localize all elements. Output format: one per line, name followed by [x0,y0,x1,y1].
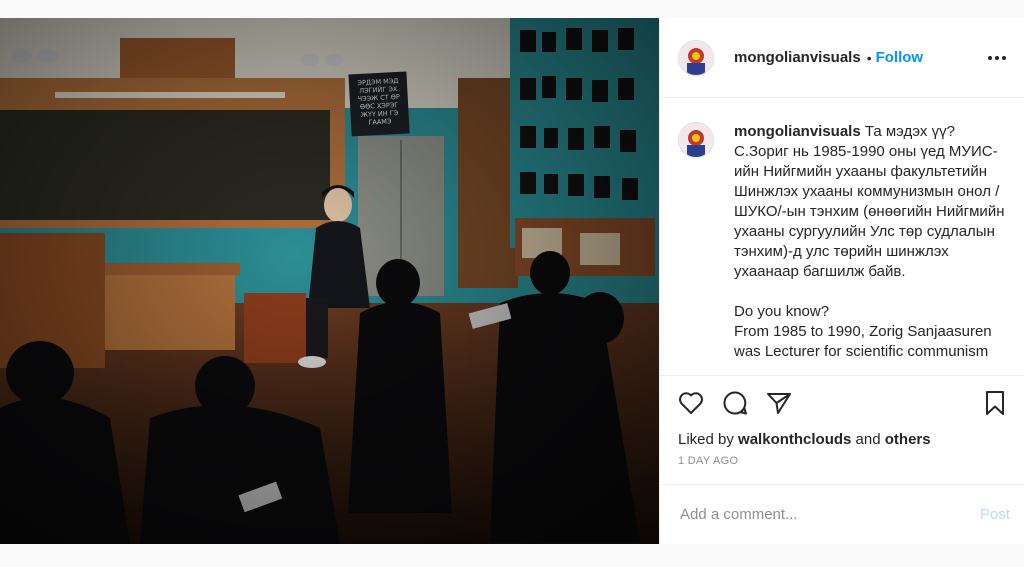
caption-body: Та мэдэх үү? С.Зориг нь 1985-1990 оны үе… [734,123,1005,360]
post-comment-button[interactable]: Post [980,506,1010,523]
classroom-photo: ЭРДЭМ МЭДЛЭГИЙГ ЭХЧЭЭЖ СТ ӨРӨӨС ХЭРЭГЖҮҮ… [0,18,659,544]
follow-button[interactable]: Follow [876,49,924,66]
liked-by-others[interactable]: others [885,431,931,448]
more-options-icon[interactable] [986,50,1008,66]
action-bar [660,375,1024,429]
post-modal: ЭРДЭМ МЭДЛЭГИЙГ ЭХЧЭЭЖ СТ ӨРӨӨС ХЭРЭГЖҮҮ… [0,18,1024,544]
post-header: mongolianvisuals • Follow [660,18,1024,98]
comment-icon[interactable] [720,388,750,418]
post-side-panel: mongolianvisuals • Follow mongolianvisua… [659,18,1024,544]
caption-area: mongolianvisuals Та мэдэх үү? С.Зориг нь… [660,98,1024,375]
avatar-image [679,40,713,75]
likes-summary: Liked by walkonthclouds and others [660,429,1024,451]
paper-plane-icon[interactable] [764,388,794,418]
avatar[interactable] [678,39,714,76]
comment-input[interactable] [678,505,980,524]
post-timestamp[interactable]: 1 DAY AGO [660,451,1024,479]
separator-dot: • [866,49,872,66]
avatar-image [679,123,713,157]
heart-icon[interactable] [676,388,706,418]
caption-username[interactable]: mongolianvisuals [734,123,861,140]
post-author-username[interactable]: mongolianvisuals [734,49,861,66]
bookmark-icon[interactable] [980,388,1010,418]
caption-avatar[interactable] [678,122,714,158]
liked-by-prefix: Liked by [678,431,739,448]
post-caption: mongolianvisuals Та мэдэх үү? С.Зориг нь… [734,122,1008,375]
liked-by-user[interactable]: walkonthclouds [738,431,851,448]
comment-box: Post [660,484,1024,544]
liked-by-and: and [851,431,885,448]
post-photo[interactable]: ЭРДЭМ МЭДЛЭГИЙГ ЭХЧЭЭЖ СТ ӨРӨӨС ХЭРЭГЖҮҮ… [0,18,659,544]
